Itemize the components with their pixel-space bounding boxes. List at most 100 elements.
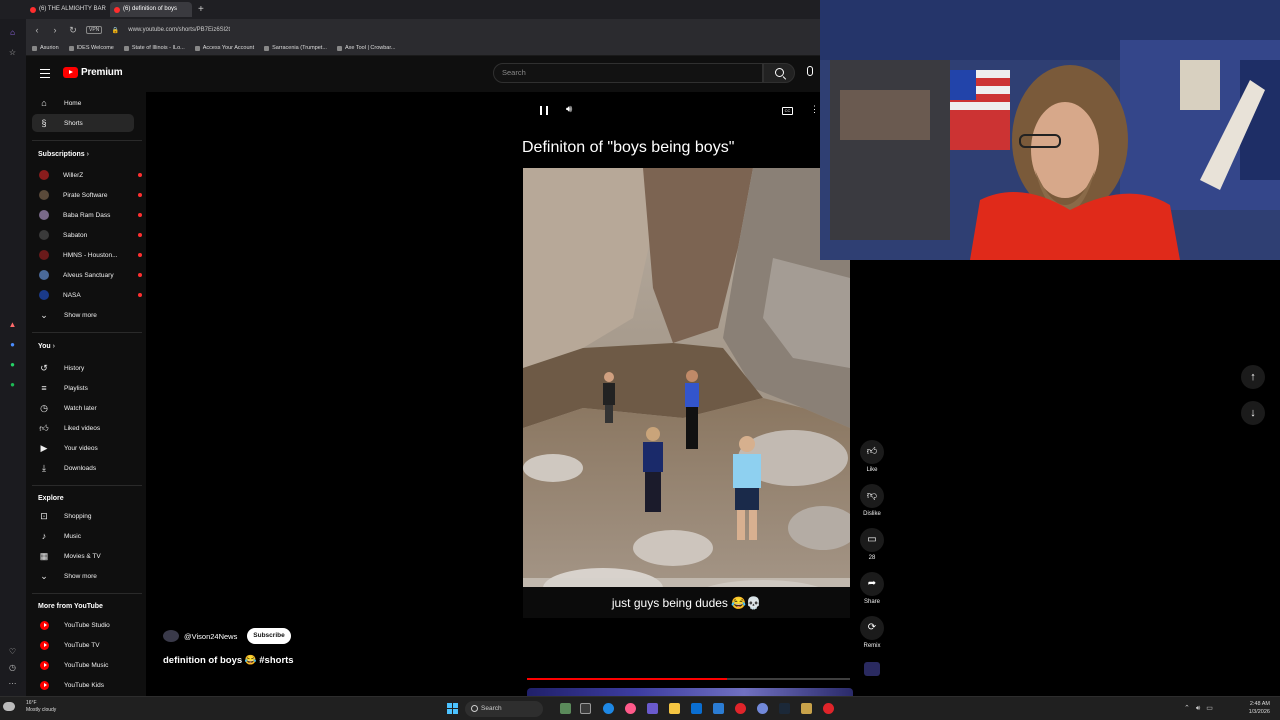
lock-icon[interactable]: 🔒 [110,27,120,34]
sidebar-item-subscription[interactable]: Alveus Sanctuary [32,266,142,284]
discord-icon[interactable] [757,703,768,714]
sidebar-item-youtube-music[interactable]: YouTube Music [32,656,134,674]
explore-heading: Explore [38,495,64,502]
video-progress-bar[interactable] [527,678,850,680]
sidebar-item-subscription[interactable]: Pirate Software [32,186,142,204]
bookmark-item[interactable]: Access Your Account [194,45,254,51]
channel-handle[interactable]: @Vison24News [184,632,237,641]
divider [32,485,142,486]
sidebar-item-subscription[interactable]: WillerZ [32,166,142,184]
next-short-button[interactable]: ↓ [1241,401,1265,425]
reload-icon[interactable]: ↻ [68,25,78,36]
sidebar-item-shopping[interactable]: ⊡ Shopping [32,507,134,525]
search-input[interactable]: Search [493,63,763,83]
bookmark-item[interactable]: Sarracenia (Trumpet... [264,45,327,51]
system-tray[interactable]: ⌃🔊︎▭ [1184,704,1219,713]
bookmark-item[interactable]: State of Illinois - ILo... [123,45,185,51]
sidebar-item-liked-videos[interactable]: 👍︎ Liked videos [32,419,134,437]
microphone-icon[interactable] [807,66,813,76]
forward-icon[interactable]: › [50,25,60,35]
heart-icon[interactable]: ♡ [8,647,17,656]
hamburger-menu-icon[interactable] [40,69,50,78]
new-content-dot [138,193,142,197]
pause-button[interactable] [540,106,548,115]
sidebar-item-youtube-kids[interactable]: YouTube Kids [32,676,134,694]
teams-icon[interactable] [647,703,658,714]
messenger-icon[interactable]: ● [8,340,17,349]
youtube-favicon-icon [30,6,36,13]
sidebar-item-playlists[interactable]: ≡ Playlists [32,379,134,397]
store-icon[interactable] [691,703,702,714]
bookmark-item[interactable]: Axe Tool | Crowbar... [336,45,395,51]
new-content-dot [138,273,142,277]
outlook-icon[interactable] [713,703,724,714]
tab-definition-of-boys[interactable]: (6) definition of boys [110,2,192,17]
youtube-logo[interactable]: Premium [63,67,123,78]
channel-avatar[interactable] [163,630,179,642]
task-view-icon[interactable] [580,703,591,714]
weather-widget[interactable]: 16°F Mostly cloudy [26,700,56,714]
more-from-youtube-heading: More from YouTube [38,603,103,610]
copilot-icon[interactable] [625,703,636,714]
dislike-button[interactable]: 👎︎ Dislike [860,484,884,517]
home-icon[interactable]: ⌂ [8,28,17,37]
bookmark-item[interactable]: IDES Welcome [68,45,114,51]
captions-icon[interactable]: CC [782,107,793,115]
taskbar-clock[interactable]: 2:48 AM 1/3/2026 [1240,700,1270,716]
previous-short-button[interactable]: ↑ [1241,365,1265,389]
file-explorer-icon[interactable] [669,703,680,714]
you-heading[interactable]: You › [38,343,55,350]
sidebar-item-music[interactable]: ♪ Music [32,527,134,545]
taskbar-app-icon[interactable] [560,703,571,714]
tab-almighty-bar[interactable]: (6) THE ALMIGHTY BAR !!! [26,2,108,17]
sidebar-explore-show-more[interactable]: ⌄ Show more [32,567,134,585]
sidebar-item-subscription[interactable]: Sabaton [32,226,142,244]
share-button[interactable]: ➦ Share [860,572,884,605]
sidebar-item-subscription[interactable]: HMNS - Houston... [32,246,142,264]
shorts-icon: § [41,118,47,128]
spotify-icon[interactable]: ● [8,380,17,389]
sound-thumbnail[interactable] [864,662,880,676]
subscribe-button[interactable]: Subscribe [247,628,291,644]
remix-button[interactable]: ⟳ Remix [860,616,884,649]
sidebar-item-youtube-tv[interactable]: YouTube TV [32,636,134,654]
sidebar-item-your-videos[interactable]: ▶ Your videos [32,439,134,457]
new-tab-button[interactable]: + [198,4,204,15]
more-options-icon[interactable]: ⋮ [810,104,819,115]
star-icon[interactable]: ☆ [8,48,17,57]
download-icon: ⤓ [42,463,46,473]
bookmark-item[interactable]: Asurion [32,45,59,51]
aria-icon[interactable]: ▲ [8,320,17,329]
sidebar-item-subscription[interactable]: NASA [32,286,142,304]
sidebar-item-home[interactable]: ⌂ Home [32,94,134,112]
steam-icon[interactable] [779,703,790,714]
url-field[interactable]: www.youtube.com/shorts/PB7Eiz6Sl2t [128,27,230,33]
windows-start-icon[interactable] [447,703,458,714]
back-icon[interactable]: ‹ [32,25,42,35]
sidebar-item-shorts[interactable]: § Shorts [32,114,134,132]
search-button[interactable] [763,63,795,83]
taskbar-search-box[interactable]: Search [465,701,543,717]
vpn-badge[interactable]: VPN [86,26,103,34]
whatsapp-icon[interactable]: ● [8,360,17,369]
youtube-app-icon[interactable] [823,703,834,714]
like-button[interactable]: 👍︎ Like [860,440,884,473]
comments-button[interactable]: ▭ 28 [860,528,884,561]
taskbar-app-icon[interactable] [801,703,812,714]
sidebar-item-youtube-studio[interactable]: YouTube Studio [32,616,134,634]
sidebar-show-more[interactable]: ⌄ Show more [32,306,134,324]
history-icon[interactable]: ◷ [8,663,17,672]
video-player[interactable] [523,168,850,618]
edge-icon[interactable] [603,703,614,714]
sidebar-item-subscription[interactable]: Baba Ram Dass [32,206,142,224]
more-icon[interactable]: ⋯ [8,679,17,688]
opera-icon[interactable] [735,703,746,714]
sidebar-item-watch-later[interactable]: ◷ Watch later [32,399,134,417]
sidebar-item-movies-tv[interactable]: ▦ Movies & TV [32,547,134,565]
sidebar-item-downloads[interactable]: ⤓ Downloads [32,459,134,477]
sidebar-item-history[interactable]: ↺ History [32,359,134,377]
next-short-preview[interactable] [527,688,853,696]
volume-icon[interactable]: 🔊︎ [566,104,572,115]
subscriptions-heading[interactable]: Subscriptions › [38,151,89,158]
weather-cloud-icon[interactable] [3,702,15,711]
